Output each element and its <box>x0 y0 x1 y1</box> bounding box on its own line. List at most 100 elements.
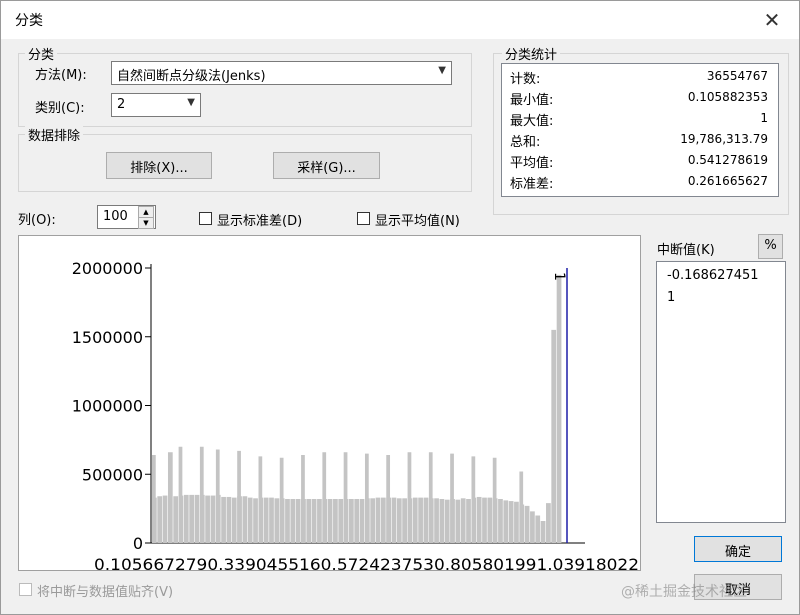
stat-value: 36554767 <box>706 69 768 83</box>
histogram-spike <box>471 456 476 543</box>
histogram-bar <box>535 515 541 543</box>
histogram-spike <box>450 453 454 543</box>
y-tick-label: 0 <box>133 534 143 553</box>
snap-checkbox[interactable] <box>19 583 32 596</box>
y-tick-label: 1500000 <box>72 328 143 347</box>
watermark: @稀土掘金技术社区 <box>621 584 747 600</box>
stat-row: 最小值: 0.105882353 <box>510 89 768 110</box>
histogram-bar <box>514 501 519 543</box>
stat-row: 最大值: 1 <box>510 110 768 131</box>
stat-value: 19,786,313.79 <box>680 132 768 146</box>
histogram-bar <box>317 499 322 543</box>
histogram-bar <box>189 494 194 543</box>
histogram-spike <box>215 449 220 543</box>
classification-group-label: 分类 <box>25 44 58 63</box>
histogram-bar <box>263 497 269 543</box>
histogram-bar <box>226 496 232 543</box>
classes-select-value: 2 <box>117 97 126 112</box>
y-tick-label: 2000000 <box>72 259 143 278</box>
histogram-bar <box>295 499 301 543</box>
histogram-bar <box>476 496 482 543</box>
histogram-spike <box>301 455 305 543</box>
histogram-bar <box>423 497 429 543</box>
histogram-bar <box>242 496 248 543</box>
histogram-bar <box>333 499 338 543</box>
histogram-bar <box>290 499 296 543</box>
histogram-bar <box>412 497 418 543</box>
stat-row: 总和: 19,786,313.79 <box>510 131 768 152</box>
stat-value: 0.261665627 <box>687 174 768 188</box>
close-icon[interactable]: ✕ <box>757 5 787 35</box>
method-select[interactable]: 自然间断点分级法(Jenks) ▼ <box>111 61 452 85</box>
break-value[interactable]: 1 <box>667 290 675 305</box>
y-tick-label: 1000000 <box>72 397 143 416</box>
stat-row: 标准差: 0.261665627 <box>510 173 768 194</box>
histogram-bar <box>285 499 290 543</box>
columns-spinner[interactable]: 100 ▲ ▼ <box>97 205 156 229</box>
percent-button[interactable]: % <box>758 234 783 259</box>
columns-label: 列(O): <box>18 213 56 228</box>
histogram-spike <box>178 446 183 543</box>
histogram-bar <box>231 497 237 543</box>
histogram-bar <box>162 495 168 543</box>
histogram-bar <box>380 497 386 543</box>
histogram-bar <box>338 499 344 543</box>
histogram-bar <box>274 498 280 543</box>
histogram-spike <box>428 452 433 543</box>
method-select-value: 自然间断点分级法(Jenks) <box>117 69 266 84</box>
histogram-bar <box>455 499 461 543</box>
stat-row: 平均值: 0.541278619 <box>510 152 768 173</box>
histogram-bar <box>253 498 258 543</box>
classes-select[interactable]: 2 ▼ <box>111 93 201 117</box>
exclude-button[interactable]: 排除(X)... <box>106 152 212 179</box>
histogram-spike <box>152 455 156 543</box>
histogram-bar <box>546 503 551 543</box>
title-bar[interactable]: 分类 ✕ <box>1 1 799 39</box>
histogram-bar <box>444 499 450 543</box>
method-label: 方法(M): <box>35 68 87 83</box>
stat-label: 标准差: <box>510 177 554 192</box>
breaks-list[interactable]: -0.168627451 1 <box>656 261 786 523</box>
histogram-bar <box>210 495 216 543</box>
histogram-bar <box>327 499 333 543</box>
columns-value: 100 <box>103 209 128 224</box>
histogram-bar <box>173 496 179 543</box>
histogram-bar <box>349 499 354 543</box>
histogram-bar <box>434 498 439 543</box>
show-std-checkbox[interactable] <box>199 212 212 225</box>
histogram-spike <box>519 471 524 543</box>
histogram-bar <box>540 521 546 543</box>
histogram-spike <box>364 453 369 543</box>
breaks-label: 中断值(K) <box>657 243 715 258</box>
histogram-bar <box>508 501 514 543</box>
exclusion-group <box>18 134 472 192</box>
spin-down-icon[interactable]: ▼ <box>138 217 154 229</box>
histogram-bar <box>466 499 471 543</box>
histogram-panel[interactable]: 2000000 1500000 1000000 500000 0 1 0.105667279… <box>18 235 641 571</box>
histogram-bar <box>524 505 530 543</box>
histogram-bar <box>194 494 200 543</box>
chevron-down-icon: ▼ <box>438 65 446 76</box>
ok-button[interactable]: 确定 <box>694 536 782 562</box>
histogram-bar <box>503 500 509 543</box>
histogram-bar <box>556 274 562 543</box>
histogram-chart: 2000000 1500000 1000000 500000 0 1 0.105667279… <box>72 259 639 570</box>
show-mean-checkbox[interactable] <box>357 212 370 225</box>
x-tick-labels: 0.1056672790.3390455160.5724237530.80580… <box>94 555 639 570</box>
stat-label: 平均值: <box>510 156 554 171</box>
stat-label: 计数: <box>510 72 541 87</box>
stat-value: 1 <box>760 111 768 125</box>
histogram-spike <box>322 452 327 543</box>
histogram-bar <box>157 496 163 543</box>
sample-button[interactable]: 采样(G)... <box>273 152 380 179</box>
histogram-bar <box>460 498 466 543</box>
y-tick-label: 500000 <box>82 465 143 484</box>
break-value[interactable]: -0.168627451 <box>667 268 759 283</box>
histogram-bar <box>311 499 317 543</box>
show-mean-label: 显示平均值(N) <box>375 214 460 229</box>
histogram-bar <box>498 499 503 543</box>
stat-label: 最小值: <box>510 93 554 108</box>
chevron-down-icon: ▼ <box>187 97 195 108</box>
stat-value: 0.105882353 <box>687 90 768 104</box>
histogram-bar <box>551 329 557 543</box>
